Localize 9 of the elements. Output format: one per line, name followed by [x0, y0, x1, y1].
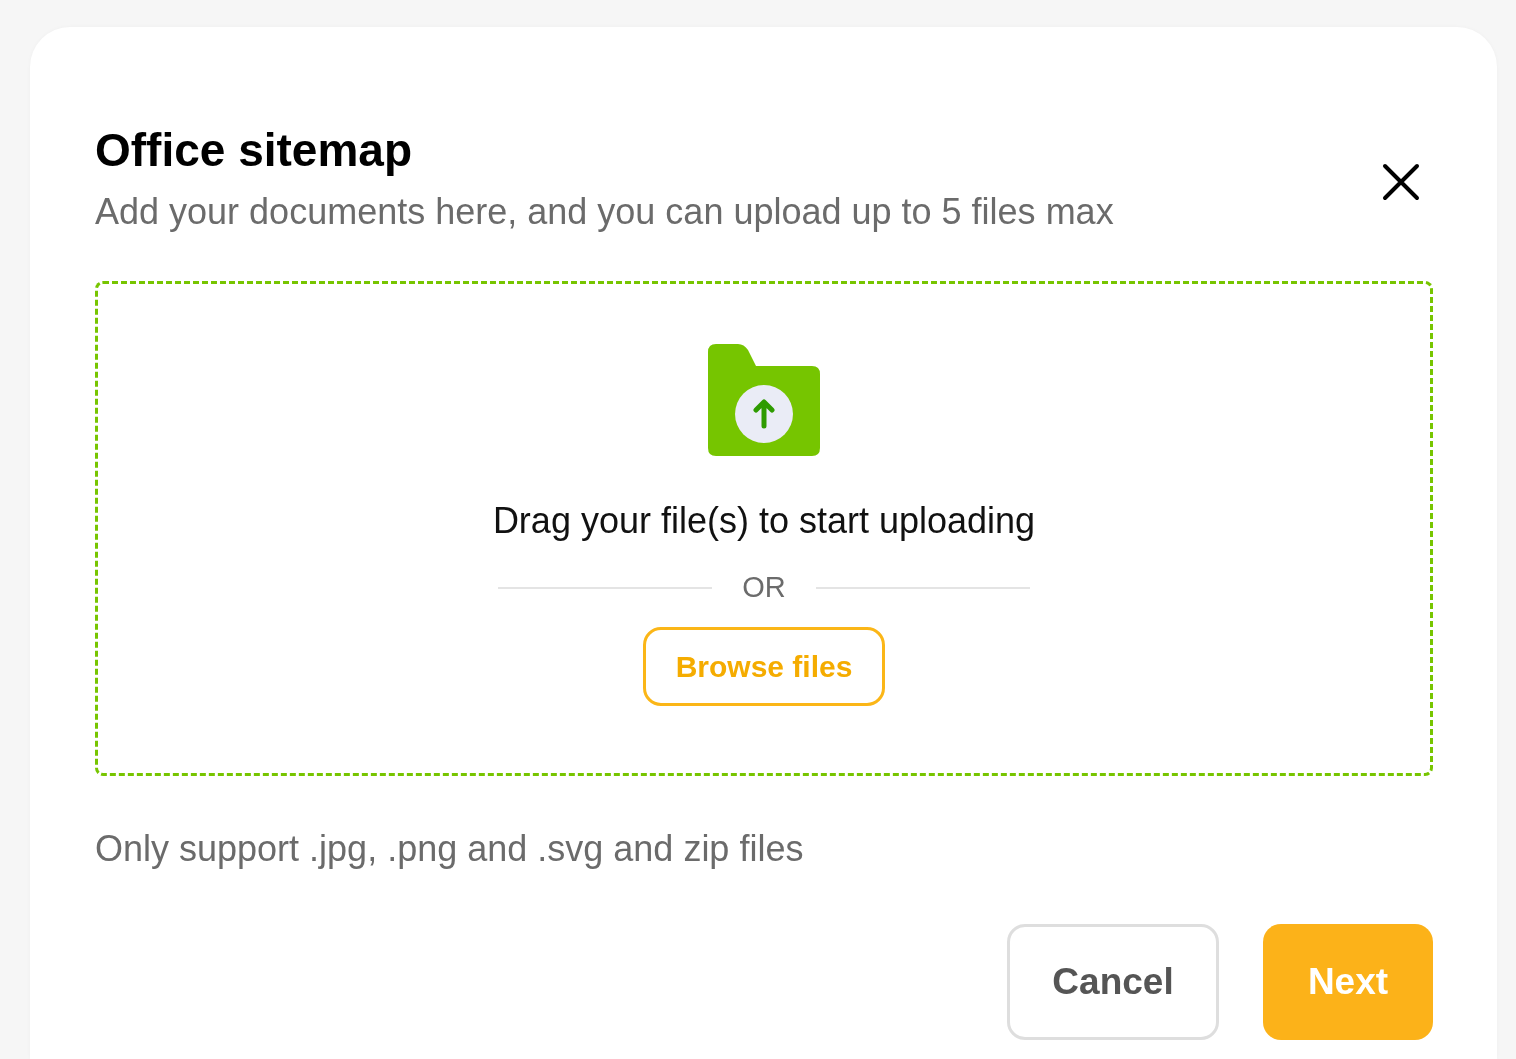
cancel-button[interactable]: Cancel	[1007, 923, 1219, 1040]
drop-prompt: Drag your file(s) to start uploading	[492, 498, 1036, 543]
dialog-subtitle: Add your documents here, and you can upload up to 5 files max	[95, 189, 1115, 233]
supported-formats-note: Only support .jpg, .png and .svg and zip files	[95, 826, 805, 871]
dialog-title: Office sitemap	[95, 125, 413, 176]
folder-upload-icon	[708, 343, 820, 456]
drop-zone[interactable]: Drag your file(s) to start uploading OR Browse files	[95, 280, 1433, 776]
close-button[interactable]	[1382, 163, 1420, 201]
or-separator: OR	[742, 569, 786, 605]
